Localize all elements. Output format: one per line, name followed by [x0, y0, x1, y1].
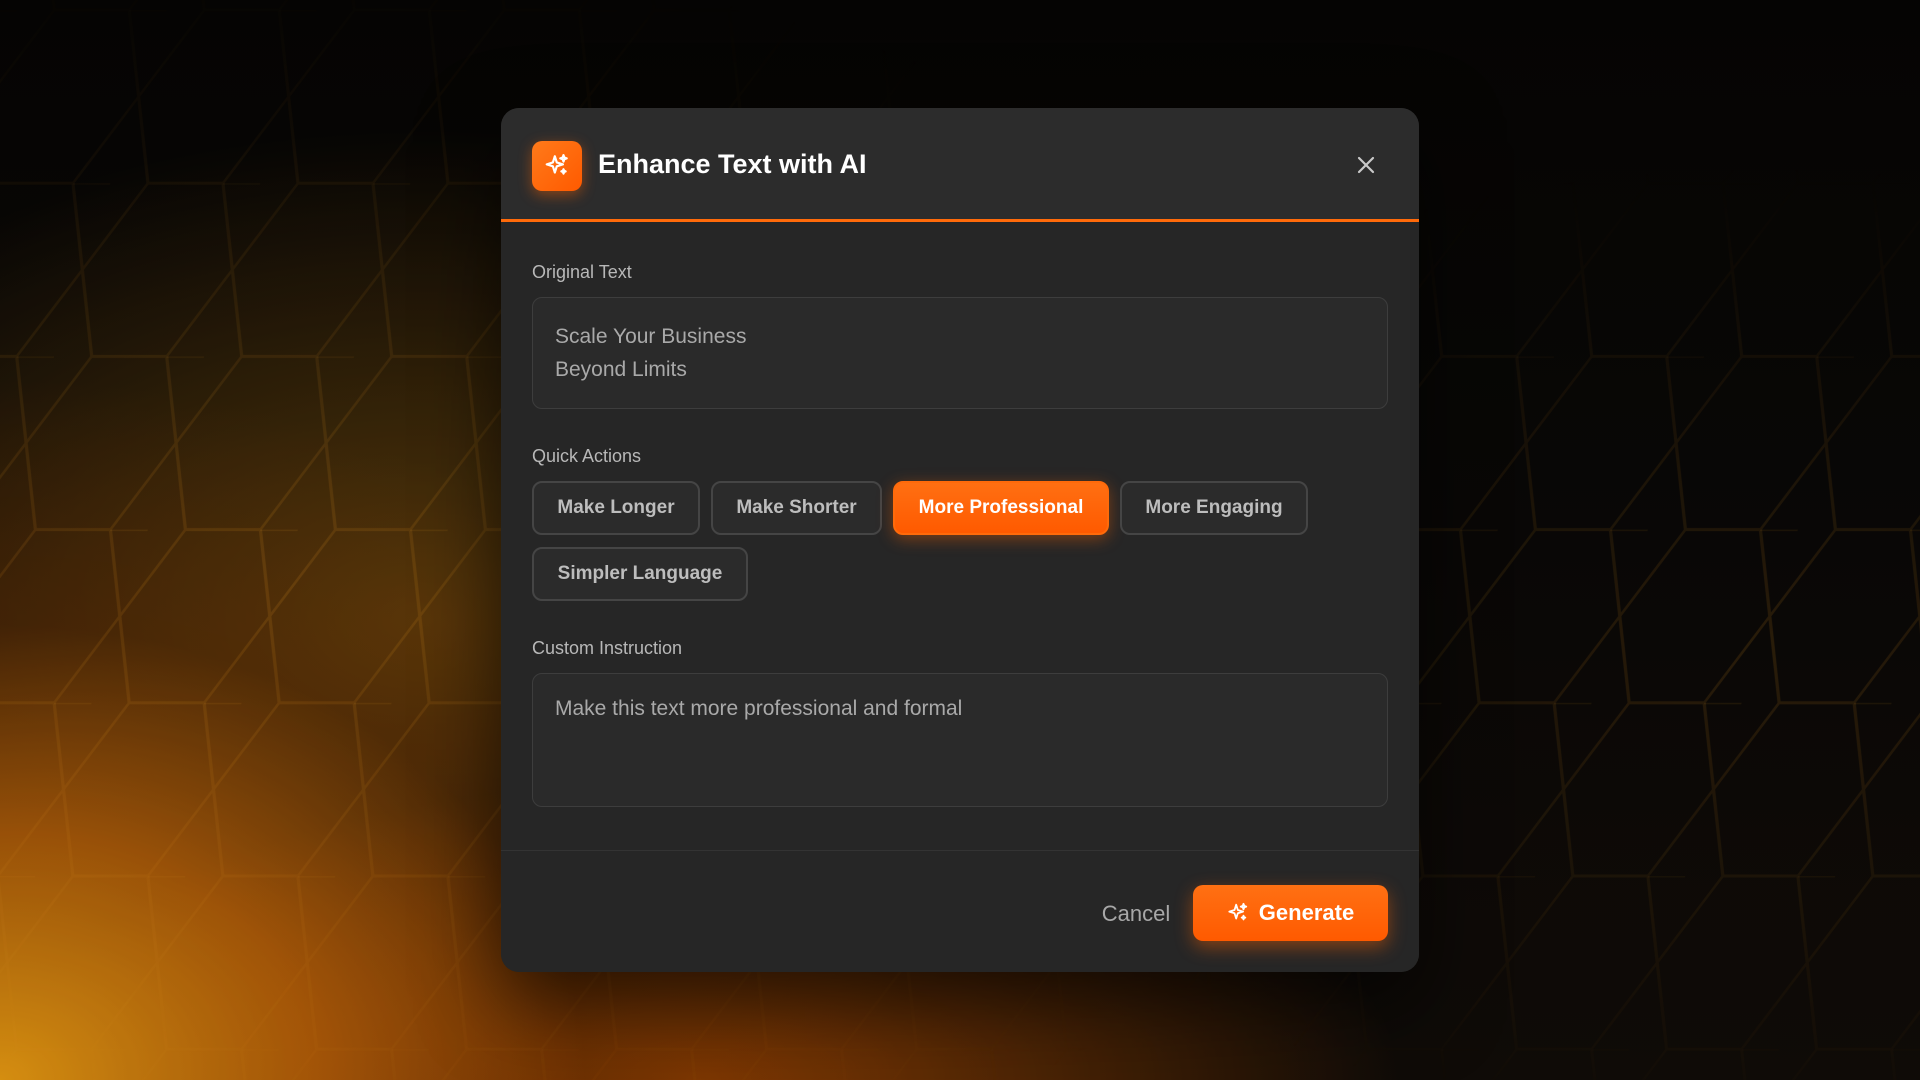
quick-actions-label: Quick Actions: [532, 446, 642, 466]
dialog-title: Enhance Text with AI: [598, 149, 867, 179]
more-engaging-button[interactable]: More Engaging: [1120, 481, 1308, 535]
custom-instruction-field[interactable]: Make this text more professional and for…: [532, 673, 1388, 807]
enhance-text-dialog: Enhance Text with AI Original Text Scale…: [501, 108, 1419, 972]
original-text-label: Original Text: [532, 262, 632, 282]
custom-instruction-value: Make this text more professional and for…: [555, 697, 963, 720]
cancel-button[interactable]: Cancel: [1076, 894, 1196, 934]
more-professional-button[interactable]: More Professional: [893, 481, 1109, 535]
make-shorter-button[interactable]: Make Shorter: [711, 481, 882, 535]
custom-instruction-label: Custom Instruction: [532, 638, 683, 658]
generate-button[interactable]: Generate: [1193, 885, 1388, 941]
simpler-language-button[interactable]: Simpler Language: [532, 547, 748, 601]
original-text-box: Scale Your Business Beyond Limits: [532, 297, 1388, 409]
make-longer-button[interactable]: Make Longer: [532, 481, 700, 535]
original-text-line-2: Beyond Limits: [555, 358, 687, 381]
dialog-footer: Cancel Generate: [501, 850, 1419, 972]
sparkles-icon: [532, 141, 582, 191]
generate-label: Generate: [1258, 900, 1355, 925]
close-icon: [1357, 156, 1375, 174]
dialog-header: Enhance Text with AI: [501, 108, 1419, 222]
original-text-line-1: Scale Your Business: [555, 325, 747, 348]
close-button[interactable]: [1351, 150, 1381, 180]
sparkles-icon: [1228, 902, 1247, 921]
